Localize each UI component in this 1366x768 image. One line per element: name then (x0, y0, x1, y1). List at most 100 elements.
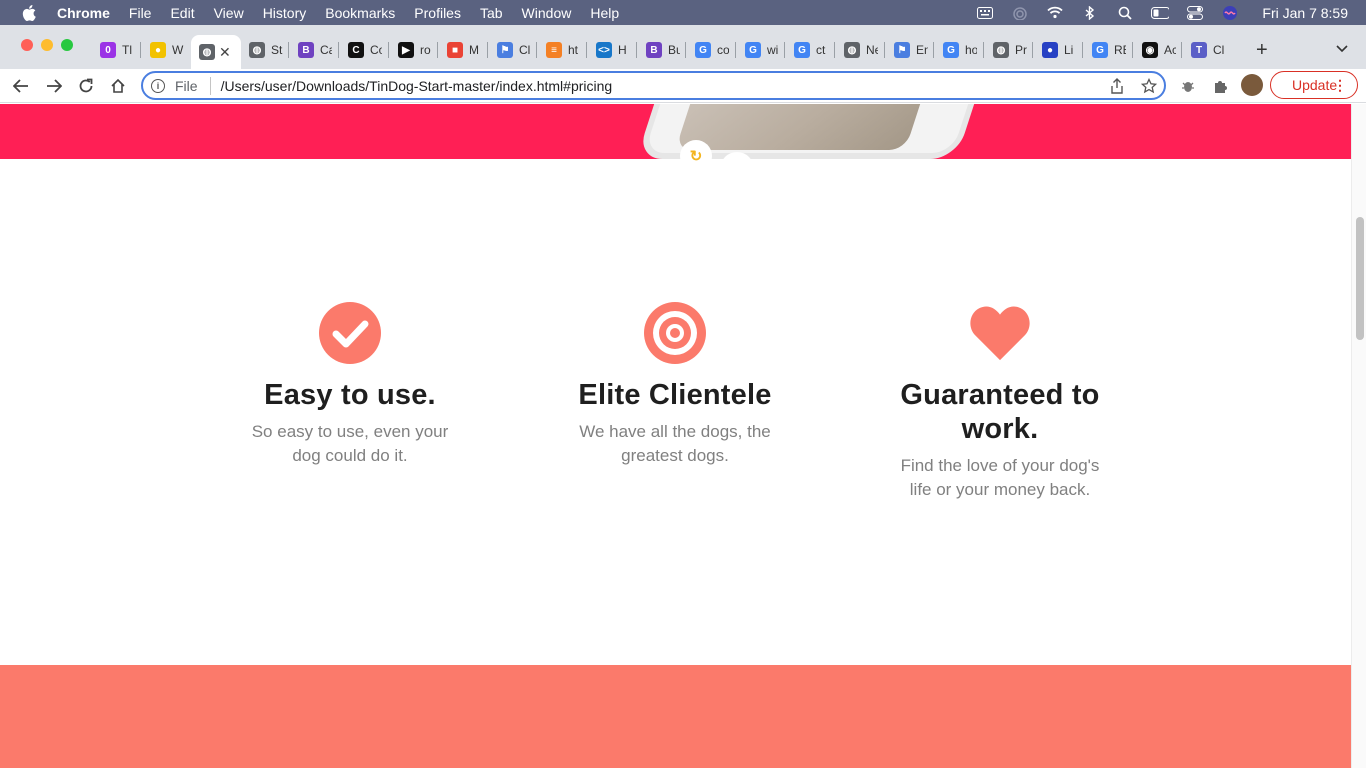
extensions-puzzle-icon[interactable] (1210, 76, 1230, 96)
browser-tab[interactable]: ■ M (439, 34, 489, 66)
close-tab-icon[interactable]: ✕ (219, 44, 231, 61)
search-icon[interactable] (1116, 6, 1134, 20)
tab-search-chevron-icon[interactable] (1336, 42, 1348, 56)
tab-title: M (469, 43, 479, 57)
tab-title: En (916, 43, 928, 57)
menu-view[interactable]: View (214, 5, 244, 21)
tab-favicon-icon: G (695, 42, 711, 58)
tab-title: wi (767, 43, 779, 57)
browser-tab[interactable]: ◍ St (241, 34, 291, 66)
bookmark-star-icon[interactable] (1141, 78, 1157, 94)
browser-tab[interactable]: B Bu (638, 34, 688, 66)
keyboard-icon[interactable] (976, 6, 994, 20)
tab-title: Cl (519, 43, 531, 57)
browser-tab[interactable]: G RE (1084, 34, 1134, 66)
back-arrow-icon[interactable] (10, 75, 32, 97)
browser-tab[interactable]: ◉ Ac (1134, 34, 1184, 66)
bluetooth-icon[interactable] (1081, 5, 1099, 20)
tab-favicon-icon: G (943, 42, 959, 58)
menu-file[interactable]: File (129, 5, 152, 21)
browser-tab[interactable]: <> H (588, 34, 638, 66)
menu-history[interactable]: History (263, 5, 307, 21)
tab-title: Pr (1015, 43, 1027, 57)
tab-separator (487, 42, 488, 58)
browser-tab[interactable]: T Cl (1183, 34, 1233, 66)
browser-tab[interactable]: ≡ ht (538, 34, 588, 66)
menu-clock[interactable]: Fri Jan 7 8:59 (1262, 5, 1348, 21)
url-text[interactable]: /Users/user/Downloads/TinDog-Start-maste… (221, 78, 613, 94)
tab-favicon-icon: ■ (447, 42, 463, 58)
feature-text: Find the love of your dog's life or your… (900, 456, 1100, 499)
browser-tab[interactable]: ⚑ En (886, 34, 936, 66)
browser-tab[interactable]: B Ca (290, 34, 340, 66)
menu-profiles[interactable]: Profiles (414, 5, 461, 21)
browser-tab[interactable]: Gwi (737, 34, 787, 66)
menu-window[interactable]: Window (522, 5, 572, 21)
tab-title: H (618, 43, 627, 57)
tab-separator (636, 42, 637, 58)
tab-favicon-icon: <> (596, 42, 612, 58)
browser-tab[interactable]: Gct (786, 34, 836, 66)
browser-tab[interactable]: ▶ ro (390, 34, 440, 66)
browser-tab-strip: 0Tl●W◍✕◍StBCaCCo▶ro■M⚑Cl≡ht<>HBBuGcoGwiG… (0, 25, 1366, 69)
tab-separator (536, 42, 537, 58)
browser-tab[interactable]: ◍ Pr (985, 34, 1035, 66)
apple-menu-icon[interactable] (19, 0, 39, 25)
update-button[interactable]: Update ⋮ (1270, 71, 1358, 99)
refresh-circle-icon: ↻ (680, 140, 712, 172)
menu-tab[interactable]: Tab (480, 5, 503, 21)
bug-extension-icon[interactable] (1178, 76, 1198, 96)
tab-favicon-icon: ◍ (844, 42, 860, 58)
airdrop-icon[interactable] (1011, 6, 1029, 20)
tab-title: W (172, 43, 184, 57)
tab-separator (437, 42, 438, 58)
zoom-window-icon[interactable] (61, 39, 73, 51)
bullseye-icon (644, 302, 706, 364)
browser-tab[interactable]: ◍ Ne (836, 34, 886, 66)
control-center-icon[interactable] (1186, 5, 1204, 20)
tab-title: Co (370, 43, 382, 57)
tab-favicon-icon: B (298, 42, 314, 58)
browser-tab[interactable]: 0 Tl (92, 34, 142, 66)
page-scrollbar[interactable] (1351, 104, 1366, 768)
tab-separator (884, 42, 885, 58)
battery-icon[interactable] (1151, 6, 1170, 20)
address-bar[interactable]: i File /Users/user/Downloads/TinDog-Star… (141, 71, 1166, 100)
tab-favicon-icon: ◍ (199, 44, 215, 60)
tab-active[interactable]: ◍ ✕ (191, 35, 241, 69)
menu-bookmarks[interactable]: Bookmarks (325, 5, 395, 21)
new-tab-button[interactable]: + (1256, 39, 1268, 62)
site-info-icon[interactable]: i (151, 78, 165, 93)
menu-app-name[interactable]: Chrome (57, 5, 110, 21)
tab-favicon-icon: G (794, 42, 810, 58)
feature-text: We have all the dogs, the greatest dogs. (579, 422, 771, 465)
close-window-icon[interactable] (21, 39, 33, 51)
browser-tab[interactable]: ● Li (1034, 34, 1084, 66)
menu-edit[interactable]: Edit (170, 5, 194, 21)
tab-title: Cl (1213, 43, 1225, 57)
share-icon[interactable] (1109, 78, 1125, 94)
tab-separator (1132, 42, 1133, 58)
browser-tab[interactable]: ⚑ Cl (489, 34, 539, 66)
forward-arrow-icon[interactable] (43, 75, 65, 97)
url-scheme-label: File (175, 77, 198, 94)
browser-tab[interactable]: C Co (340, 34, 390, 66)
home-icon[interactable] (107, 75, 129, 97)
omnibox-divider (209, 76, 211, 95)
tab-title: Tl (122, 43, 132, 57)
menu-help[interactable]: Help (590, 5, 619, 21)
tab-separator (685, 42, 686, 58)
tab-favicon-icon: ◍ (993, 42, 1009, 58)
browser-tab[interactable]: Gco (687, 34, 737, 66)
browser-tab[interactable]: Gho (935, 34, 985, 66)
wifi-icon[interactable] (1046, 6, 1064, 20)
profile-avatar[interactable] (1241, 74, 1263, 96)
reload-icon[interactable] (75, 75, 97, 97)
siri-icon[interactable] (1221, 5, 1239, 20)
page-viewport: ↻ Easy to use. So easy to use, even your… (0, 104, 1351, 768)
scrollbar-thumb[interactable] (1356, 217, 1364, 340)
more-menu-icon[interactable]: ⋮ (1333, 77, 1347, 93)
feature-title: Guaranteed to work. (900, 379, 1100, 445)
minimize-window-icon[interactable] (41, 39, 53, 51)
browser-tab[interactable]: ● W (142, 34, 192, 66)
